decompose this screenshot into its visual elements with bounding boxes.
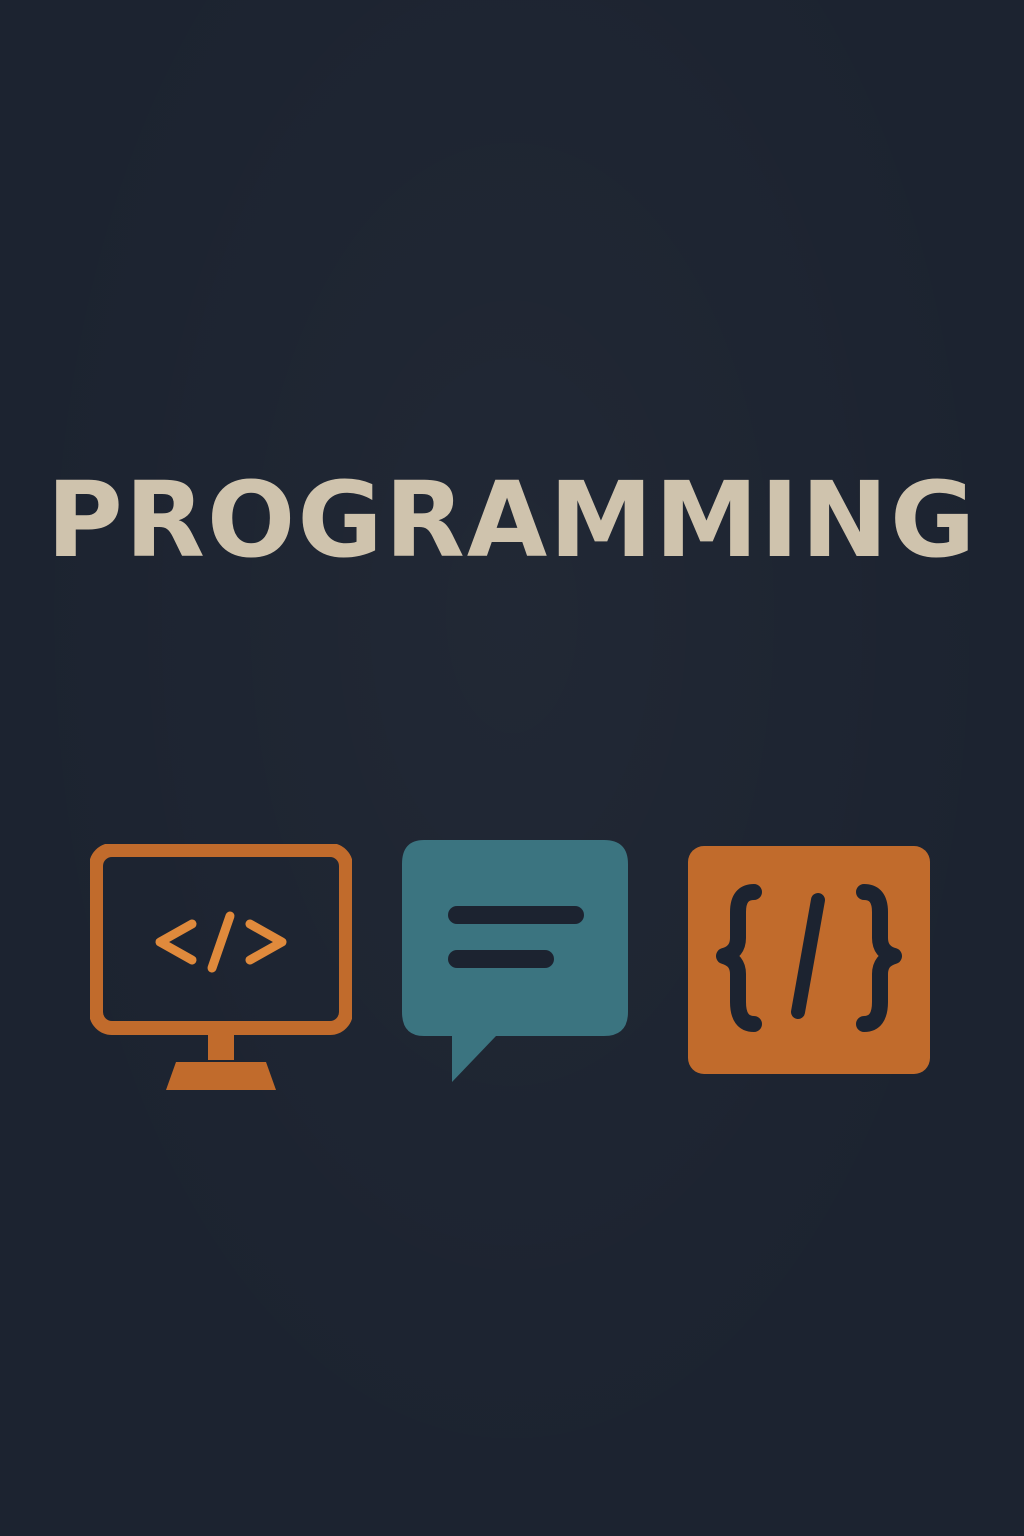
icon-row bbox=[0, 830, 1024, 1110]
chat-bubble-icon bbox=[398, 836, 634, 1086]
page-title: PROGRAMMING bbox=[46, 459, 978, 581]
code-braces-icon bbox=[686, 844, 932, 1076]
monitor-code-icon bbox=[90, 844, 352, 1094]
poster: PROGRAMMING bbox=[0, 0, 1024, 1536]
